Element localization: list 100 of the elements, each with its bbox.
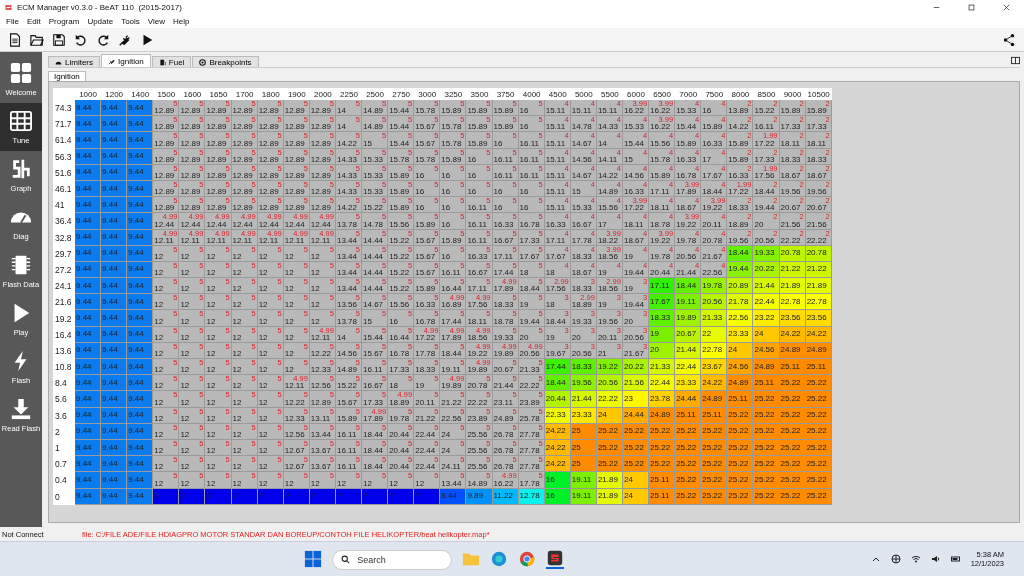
table-cell[interactable]: 25.22 <box>779 472 806 489</box>
table-cell[interactable]: 23.56 <box>805 310 832 327</box>
table-cell[interactable]: 9.44 <box>101 100 128 117</box>
table-cell[interactable]: 9.44 <box>127 294 154 311</box>
table-cell[interactable]: 22.56 <box>727 310 754 327</box>
wifi-icon[interactable] <box>910 554 921 564</box>
table-cell[interactable]: 20.89 <box>727 278 754 295</box>
table-cell[interactable]: 9.44 <box>101 197 128 214</box>
table-cell[interactable]: 20.44 <box>544 391 571 408</box>
table-cell[interactable]: 24.44 <box>675 391 702 408</box>
table-cell[interactable]: 21.56 <box>622 375 650 392</box>
windows-start-icon[interactable] <box>304 550 323 568</box>
table-cell[interactable]: 9.44 <box>75 116 102 133</box>
menu-item[interactable]: Help <box>169 16 194 26</box>
table-cell[interactable]: 24.22 <box>544 456 571 473</box>
table-cell[interactable]: 22.78 <box>779 294 806 311</box>
chrome-icon[interactable] <box>518 550 537 568</box>
menu-item[interactable]: Edit <box>22 16 45 26</box>
table-cell[interactable]: 16 <box>544 472 571 489</box>
table-cell[interactable]: 9.44 <box>127 472 154 489</box>
menu-item[interactable]: Tools <box>117 16 144 26</box>
new-file-icon[interactable] <box>8 32 22 47</box>
table-cell[interactable]: 25.11 <box>649 472 676 489</box>
save-icon[interactable] <box>52 32 66 47</box>
table-cell[interactable]: 23.67 <box>701 359 728 376</box>
browser-icon[interactable] <box>490 550 509 568</box>
table-cell[interactable]: 25.22 <box>701 472 728 489</box>
table-cell[interactable]: 9.44 <box>101 213 128 230</box>
table-cell[interactable]: 9.44 <box>127 100 154 117</box>
table-cell[interactable]: 24 <box>622 472 650 489</box>
table-cell[interactable]: 25.22 <box>649 456 676 473</box>
table-cell[interactable]: 9.44 <box>127 132 154 149</box>
maximize-icon[interactable] <box>968 3 975 11</box>
app-icon[interactable] <box>546 549 565 569</box>
table-cell[interactable]: 9.44 <box>101 375 128 392</box>
table-cell[interactable]: 19.22 <box>596 359 623 376</box>
table-cell[interactable]: 25.22 <box>675 456 702 473</box>
table-cell[interactable]: 9.44 <box>75 132 102 149</box>
table-cell[interactable]: 21.78 <box>727 294 754 311</box>
table-cell[interactable]: 9.44 <box>75 472 102 489</box>
table-cell[interactable]: 9.44 <box>101 116 128 133</box>
table-cell[interactable]: 9.44 <box>127 456 154 473</box>
speaker-icon[interactable] <box>930 554 941 564</box>
table-cell[interactable]: 21.44 <box>753 278 780 295</box>
table-cell[interactable]: 9.44 <box>75 375 102 392</box>
table-cell[interactable]: 24.89 <box>727 375 754 392</box>
undo-icon[interactable] <box>74 32 88 47</box>
table-cell[interactable]: 18.33 <box>649 310 676 327</box>
table-cell[interactable]: 9.44 <box>127 359 154 376</box>
table-cell[interactable]: 25.22 <box>596 456 623 473</box>
table-cell[interactable]: 9.44 <box>127 197 154 214</box>
table-cell[interactable]: 25.11 <box>753 375 780 392</box>
table-cell[interactable]: 9.44 <box>127 391 154 408</box>
table-cell[interactable]: 9.44 <box>101 278 128 295</box>
table-cell[interactable]: 9.44 <box>101 359 128 376</box>
table-cell[interactable]: 25.11 <box>727 391 754 408</box>
table-cell[interactable]: 21.33 <box>649 359 676 376</box>
table-cell[interactable]: 9.44 <box>75 456 102 473</box>
table-cell[interactable]: 9.44 <box>75 310 102 327</box>
table-cell[interactable]: 9.44 <box>75 359 102 376</box>
battery-icon[interactable] <box>950 554 961 564</box>
table-cell[interactable]: 25.22 <box>779 456 806 473</box>
table-cell[interactable]: 25.22 <box>727 472 754 489</box>
table-cell[interactable]: 20.56 <box>596 375 623 392</box>
table-cell[interactable]: 25.22 <box>779 391 806 408</box>
table-cell[interactable]: 18.44 <box>675 278 702 295</box>
table-cell[interactable]: 9.44 <box>101 294 128 311</box>
table-cell[interactable]: 22.78 <box>805 294 832 311</box>
table-cell[interactable]: 25.22 <box>701 456 728 473</box>
share-icon[interactable] <box>1002 32 1016 47</box>
table-cell[interactable]: 25.22 <box>753 472 780 489</box>
table-cell[interactable]: 9.44 <box>127 375 154 392</box>
table-cell[interactable]: 19.11 <box>675 294 702 311</box>
table-cell[interactable]: 22.44 <box>675 359 702 376</box>
table-cell[interactable]: 24.89 <box>753 359 780 376</box>
table-cell[interactable]: 17.44 <box>544 359 571 376</box>
plug-icon[interactable] <box>118 32 132 47</box>
table-cell[interactable]: 19.11 <box>570 472 597 489</box>
table-cell[interactable]: 25.22 <box>805 375 832 392</box>
tab[interactable]: Ignition <box>101 54 151 67</box>
table-cell[interactable]: 23.56 <box>779 310 806 327</box>
table-cell[interactable]: 9.44 <box>75 100 102 117</box>
table-cell[interactable]: 9.44 <box>75 278 102 295</box>
table-cell[interactable]: 9.44 <box>101 456 128 473</box>
table-cell[interactable]: 20.56 <box>701 294 728 311</box>
table-cell[interactable]: 25.22 <box>675 472 702 489</box>
table-cell[interactable]: 19.89 <box>675 310 702 327</box>
table-cell[interactable]: 9.44 <box>127 116 154 133</box>
table-cell[interactable]: 24.89 <box>701 391 728 408</box>
table-cell[interactable]: 9.44 <box>127 278 154 295</box>
table-cell[interactable]: 22.44 <box>649 375 676 392</box>
table-cell[interactable]: 9.44 <box>101 132 128 149</box>
table-cell[interactable]: 9.44 <box>75 294 102 311</box>
table-cell[interactable]: 9.44 <box>75 213 102 230</box>
table-cell[interactable]: 19.56 <box>570 375 597 392</box>
table-cell[interactable]: 25.22 <box>779 375 806 392</box>
table-cell[interactable]: 17.11 <box>649 278 676 295</box>
table-cell[interactable]: 25.22 <box>753 391 780 408</box>
globe-icon[interactable] <box>890 554 901 564</box>
menu-item[interactable]: Program <box>44 16 84 26</box>
